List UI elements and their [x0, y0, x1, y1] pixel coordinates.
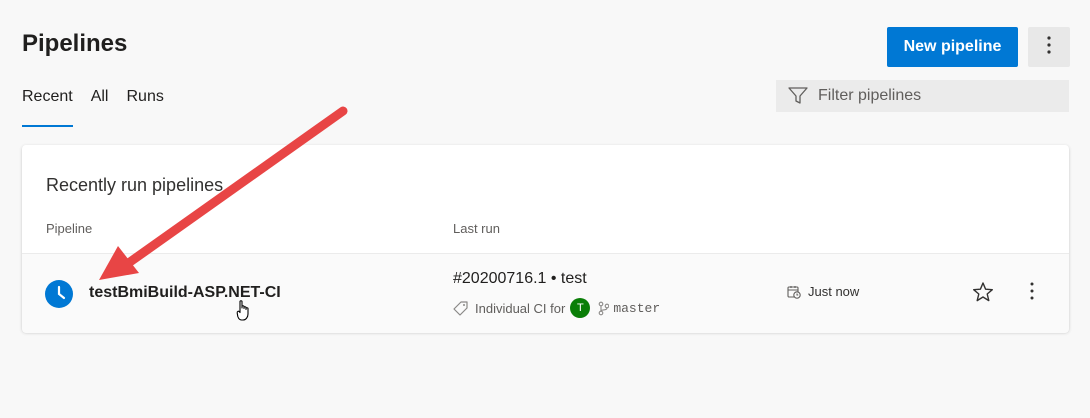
run-time-label: Just now — [808, 284, 860, 299]
star-icon[interactable] — [972, 281, 994, 308]
new-pipeline-button[interactable]: New pipeline — [887, 27, 1018, 67]
page-title: Pipelines — [22, 30, 128, 57]
run-number-link[interactable]: #20200716.1 • test — [453, 270, 587, 288]
recent-pipelines-card: Recently run pipelines Pipeline Last run… — [22, 145, 1069, 333]
run-trigger-info: Individual CI for T master — [453, 298, 660, 318]
more-actions-button[interactable] — [1028, 27, 1070, 67]
pipeline-name-link[interactable]: testBmiBuild-ASP.NET-CI — [89, 284, 281, 302]
trigger-text: Individual CI for — [475, 300, 566, 316]
column-header-pipeline: Pipeline — [46, 221, 93, 236]
tag-icon — [453, 300, 468, 316]
tab-all[interactable]: All — [91, 88, 109, 120]
table-row[interactable]: testBmiBuild-ASP.NET-CI #20200716.1 • te… — [22, 253, 1069, 333]
branch-name: master — [613, 300, 661, 316]
avatar: T — [570, 298, 591, 318]
branch-icon — [598, 301, 610, 316]
run-time: Just now — [787, 284, 859, 299]
calendar-clock-icon — [787, 285, 801, 299]
filter-pipelines-input[interactable]: Filter pipelines — [776, 80, 1069, 112]
filter-placeholder: Filter pipelines — [818, 87, 922, 104]
more-vertical-icon — [1047, 35, 1051, 59]
column-header-last-run: Last run — [453, 221, 500, 236]
row-more-icon[interactable] — [1030, 282, 1034, 305]
filter-icon — [788, 87, 808, 105]
card-title: Recently run pipelines — [46, 175, 224, 195]
clock-icon — [45, 280, 73, 308]
tab-recent[interactable]: Recent — [22, 88, 73, 127]
tab-bar: Recent All Runs — [22, 88, 164, 127]
tab-runs[interactable]: Runs — [126, 88, 163, 120]
